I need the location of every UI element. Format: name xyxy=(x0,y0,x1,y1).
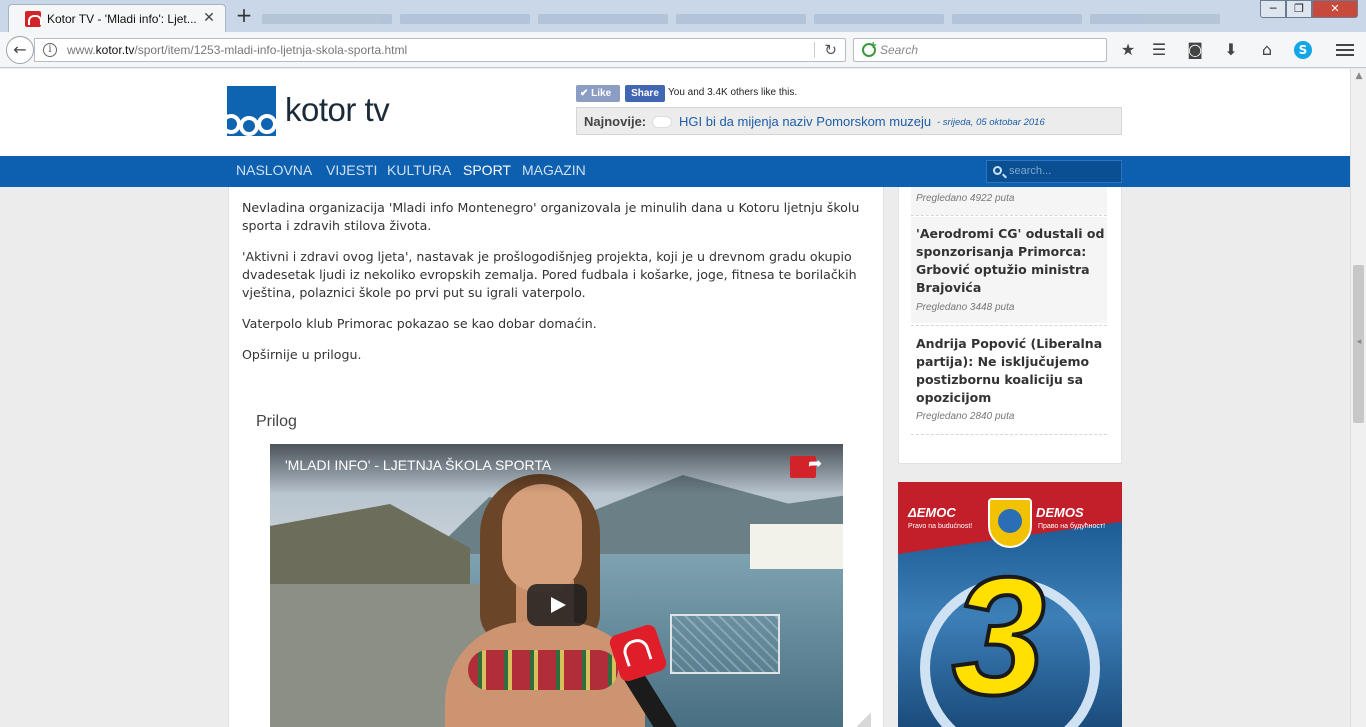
view-count: Pregledano 4922 puta xyxy=(916,193,1015,204)
view-count: Pregledano 2840 puta xyxy=(916,411,1015,422)
browser-tab[interactable]: Kotor TV - 'Mladi info': Ljet... ✕ xyxy=(8,4,226,32)
most-read-sidebar: Pregledano 4922 puta 'Aerodromi CG' odus… xyxy=(898,187,1122,464)
nav-item-kultura[interactable]: KULTURA xyxy=(387,162,451,178)
nav-item-magazin[interactable]: MAGAZIN xyxy=(522,162,586,178)
banner-slogan-latin: Pravo na budućnost! xyxy=(908,523,973,530)
interviewee-swimsuit xyxy=(468,650,618,690)
kotor-tv-logo-icon[interactable] xyxy=(227,86,276,136)
url-text[interactable]: www.kotor.tv/sport/item/1253-mladi-info-… xyxy=(67,43,407,57)
window-maximize-button[interactable]: ❐ xyxy=(1286,0,1312,18)
ticker-date: - srijeda, 05 oktobar 2016 xyxy=(937,117,1045,128)
video-share-icon[interactable] xyxy=(790,454,822,478)
browser-toolbar: ← i www.kotor.tv/sport/item/1253-mladi-i… xyxy=(0,32,1366,68)
kotor-tv-favicon-icon xyxy=(25,11,42,27)
article-paragraph: Nevladina organizacija 'Mladi info Monte… xyxy=(242,200,860,233)
banner-party-name-cyrillic: ΔΕΜΟС xyxy=(908,505,956,520)
view-count: Pregledano 3448 puta xyxy=(916,302,1015,313)
banner-party-name-latin: DEMOS xyxy=(1036,505,1084,520)
ticker-label: Najnovije: xyxy=(584,114,647,129)
search-placeholder: Search xyxy=(880,43,919,57)
menu-icon[interactable] xyxy=(1336,44,1354,56)
site-search-placeholder: search... xyxy=(1009,165,1052,177)
facebook-share-button[interactable]: Share xyxy=(625,85,665,102)
news-ticker: Najnovije: HGI bi da mijenja naziv Pomor… xyxy=(576,107,1122,135)
url-path: /sport/item/1253-mladi-info-ljetnja-skol… xyxy=(134,43,408,57)
url-domain: kotor.tv xyxy=(95,43,135,57)
sidebar-article-title[interactable]: Andrija Popović (Liberalna partija): Ne … xyxy=(916,335,1106,407)
downloads-icon[interactable]: ⬇ xyxy=(1220,40,1242,60)
page-scrollbar[interactable]: ▲ ◂ xyxy=(1350,69,1366,727)
site-search-input[interactable]: search... xyxy=(986,160,1122,183)
url-divider xyxy=(814,42,815,58)
banner-list-number: 3 xyxy=(950,542,1047,727)
bookmark-star-icon[interactable]: ★ xyxy=(1117,40,1139,60)
page-corner xyxy=(857,712,871,727)
tab-close-icon[interactable]: ✕ xyxy=(201,10,217,26)
banner-slogan-cyrillic: Право на будућност! xyxy=(1038,523,1106,530)
browser-tab-bar: Kotor TV - 'Mladi info': Ljet... ✕ + ─ ❐… xyxy=(0,0,1366,32)
new-tab-button[interactable]: + xyxy=(234,5,254,26)
article-paragraph: 'Aktivni i zdravi ovog ljeta', nastavak … xyxy=(242,249,857,300)
sidebar-article-title[interactable]: 'Aerodromi CG' odustali od sponzorisanja… xyxy=(916,225,1106,297)
water-polo-goal xyxy=(670,614,780,674)
site-header: kotor tv ✔ Like Share You and 3.4K other… xyxy=(0,69,1350,156)
page-viewport: kotor tv ✔ Like Share You and 3.4K other… xyxy=(0,69,1350,727)
scroll-up-arrow-icon[interactable]: ▲ xyxy=(1351,71,1366,81)
ticker-link[interactable]: HGI bi da mijenja naziv Pomorskom muzeju xyxy=(679,114,931,129)
facebook-like-button[interactable]: ✔ Like xyxy=(576,85,620,102)
back-button[interactable]: ← xyxy=(6,36,34,64)
microphone-logo xyxy=(620,635,653,667)
video-player[interactable]: 'MLADI INFO' - LJETNJA ŠKOLA SPORTA xyxy=(270,444,843,727)
divider xyxy=(911,215,1107,216)
home-icon[interactable]: ⌂ xyxy=(1256,40,1278,60)
nav-item-naslovna[interactable]: NASLOVNA xyxy=(236,162,312,178)
search-engine-icon[interactable] xyxy=(862,40,877,57)
divider xyxy=(911,434,1107,435)
video-title[interactable]: 'MLADI INFO' - LJETNJA ŠKOLA SPORTA xyxy=(285,457,551,473)
search-bar[interactable]: Search xyxy=(853,38,1107,62)
nav-item-sport[interactable]: SPORT xyxy=(463,162,511,178)
demos-ad-banner[interactable]: ΔΕΜΟС DEMOS Pravo na budućnost! Право на… xyxy=(898,482,1122,727)
lion-crest-icon xyxy=(988,498,1032,548)
background-tabs[interactable] xyxy=(262,9,1242,24)
reading-list-icon[interactable]: ☰ xyxy=(1148,40,1170,60)
window-close-button[interactable]: ✕ xyxy=(1312,0,1358,18)
url-domain-prefix: www. xyxy=(67,43,96,57)
scroll-grip-icon: ◂ xyxy=(1356,337,1362,347)
weather-cloud-icon xyxy=(653,117,671,127)
attachment-heading: Prilog xyxy=(256,413,297,430)
play-icon[interactable] xyxy=(527,584,587,626)
pocket-icon[interactable]: ◙ xyxy=(1184,40,1206,60)
reload-icon[interactable]: ↻ xyxy=(824,41,837,59)
address-bar[interactable]: i www.kotor.tv/sport/item/1253-mladi-inf… xyxy=(34,38,846,62)
window-minimize-button[interactable]: ─ xyxy=(1260,0,1286,18)
skype-icon[interactable]: S xyxy=(1294,41,1312,59)
site-info-icon[interactable]: i xyxy=(43,43,57,57)
nav-item-vijesti[interactable]: VIJESTI xyxy=(326,162,377,178)
video-frame-building xyxy=(750,524,843,569)
search-icon xyxy=(993,166,1002,175)
facebook-like-count: You and 3.4K others like this. xyxy=(668,87,798,98)
main-navigation: NASLOVNA VIJESTI KULTURA SPORT MAGAZIN s… xyxy=(0,156,1350,187)
article-paragraph: Vaterpolo klub Primorac pokazao se kao d… xyxy=(242,316,597,331)
divider xyxy=(911,325,1107,326)
site-logo-text[interactable]: kotor tv xyxy=(285,91,390,129)
interviewee-face xyxy=(502,484,582,592)
tab-title: Kotor TV - 'Mladi info': Ljet... xyxy=(47,12,197,26)
article-content: Nevladina organizacija 'Mladi info Monte… xyxy=(228,187,884,727)
article-paragraph: Opširnije u prilogu. xyxy=(242,347,362,362)
